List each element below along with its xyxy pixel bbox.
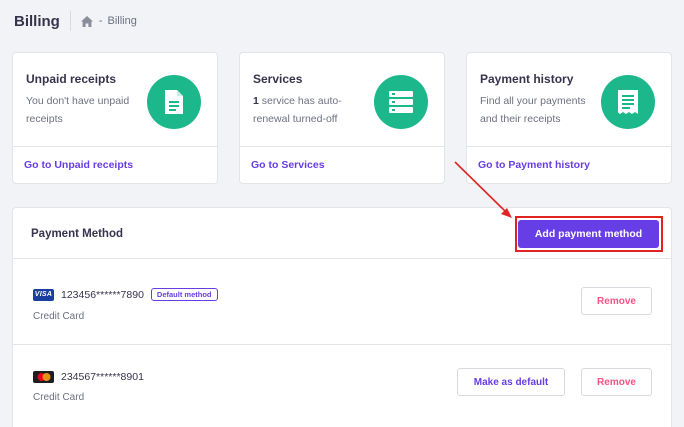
breadcrumb-current: Billing <box>107 15 137 27</box>
card-description: You don't have unpaid receipts <box>26 95 130 125</box>
page-header: Billing - Billing <box>14 10 137 32</box>
card-description-text: service has auto-renewal turned-off <box>253 95 342 125</box>
visa-icon: VISA <box>33 288 54 301</box>
card-payment-history: Payment history Find all your payments a… <box>466 52 672 184</box>
card-number-line: VISA 123456******7890 Default method <box>33 288 218 301</box>
card-services: Services 1 service has auto-renewal turn… <box>239 52 445 184</box>
card-description: Find all your payments and their receipt… <box>480 95 586 125</box>
card-description: 1 service has auto-renewal turned-off <box>253 92 371 128</box>
make-default-button[interactable]: Make as default <box>457 368 565 396</box>
card-title: Unpaid receipts <box>26 72 117 86</box>
link-payment-history[interactable]: Go to Payment history <box>478 159 590 171</box>
payment-method-row: 234567******8901 Credit Card Make as def… <box>13 346 671 427</box>
mastercard-icon <box>33 371 54 383</box>
home-icon[interactable] <box>80 15 93 27</box>
server-icon <box>374 75 428 129</box>
remove-button[interactable]: Remove <box>581 287 652 315</box>
card-divider <box>467 146 671 147</box>
card-number: 234567******8901 <box>61 371 144 383</box>
receipt-icon <box>147 75 201 129</box>
link-services[interactable]: Go to Services <box>251 159 325 171</box>
card-number: 123456******7890 <box>61 288 144 301</box>
panel-header: Payment Method Add payment method <box>13 208 671 259</box>
card-number-line: 234567******8901 <box>33 371 144 383</box>
card-unpaid-receipts: Unpaid receipts You don't have unpaid re… <box>12 52 218 184</box>
highlight-box <box>515 216 663 252</box>
breadcrumb: - Billing <box>80 15 137 27</box>
card-title: Services <box>253 72 303 86</box>
remove-button[interactable]: Remove <box>581 368 652 396</box>
panel-title: Payment Method <box>31 228 124 240</box>
header-divider <box>69 11 71 31</box>
payment-method-panel: Payment Method Add payment method VISA 1… <box>12 207 672 427</box>
payment-method-row: VISA 123456******7890 Default method Cre… <box>13 260 671 345</box>
card-divider <box>240 146 444 147</box>
card-divider <box>13 146 217 147</box>
card-type: Credit Card <box>33 311 85 322</box>
card-type: Credit Card <box>33 392 85 403</box>
invoice-icon <box>601 75 655 129</box>
card-title: Payment history <box>480 72 574 86</box>
default-method-badge: Default method <box>150 288 218 301</box>
page-title: Billing <box>14 12 60 30</box>
link-unpaid-receipts[interactable]: Go to Unpaid receipts <box>24 159 133 171</box>
breadcrumb-separator: - <box>98 15 103 27</box>
